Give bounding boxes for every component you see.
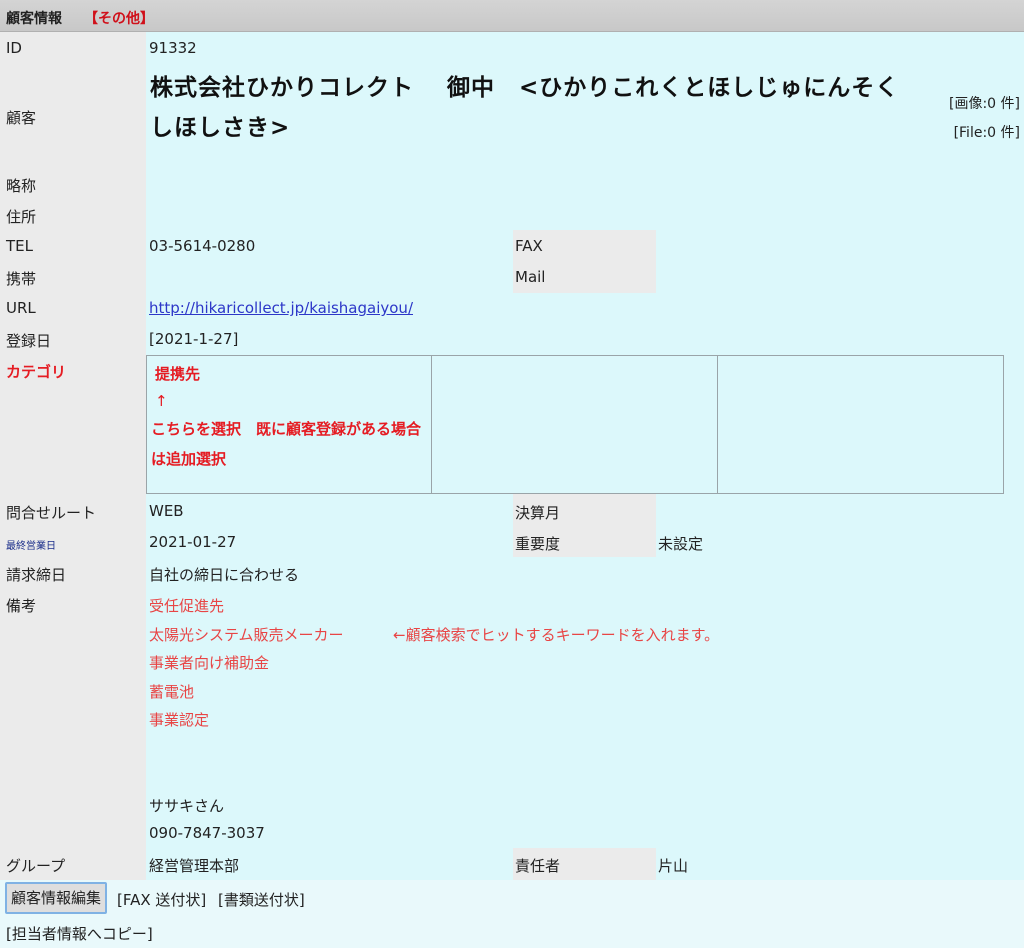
id-label: ID [6, 39, 22, 57]
header-bar: 顧客情報 【その他】 [0, 0, 1024, 32]
remarks-line-1: 受任促進先 [149, 597, 225, 615]
category-note: こちらを選択 既に顧客登録がある場合は追加選択 [151, 420, 422, 468]
category-selected: 提携先 [155, 365, 201, 383]
image-count-link[interactable]: [画像:0 件] [949, 93, 1020, 113]
remarks-contact-phone: 090-7847-3037 [149, 824, 265, 842]
remarks-line-4: 蓄電池 [149, 683, 195, 701]
label-column [0, 32, 146, 880]
billing-close-value: 自社の締日に合わせる [149, 566, 300, 584]
category-cell-2[interactable] [432, 356, 718, 493]
remarks-contact-name: ササキさん [149, 797, 225, 815]
group-value: 経営管理本部 [149, 857, 240, 875]
category-arrow: ↑ [155, 392, 168, 410]
inquiry-route-value: WEB [149, 502, 184, 520]
doc-cover-link[interactable]: [書類送付状] [218, 889, 305, 910]
header-title: 顧客情報 [6, 11, 62, 27]
customer-name: 株式会社ひかりコレクト 御中 <ひかりこれくとほしじゅにんそくしほしさき> [150, 75, 900, 141]
category-table: 提携先 ↑ こちらを選択 既に顧客登録がある場合は追加選択 [146, 355, 1004, 494]
file-count-link[interactable]: [File:0 件] [954, 122, 1020, 142]
fax-label: FAX [515, 237, 543, 255]
reg-date-label: 登録日 [6, 332, 52, 350]
copy-to-contact-link[interactable]: [担当者情報へコピー] [6, 923, 153, 944]
header-tag: 【その他】 [84, 11, 154, 27]
url-link[interactable]: http://hikaricollect.jp/kaishagaiyou/ [149, 299, 413, 317]
importance-label: 重要度 [515, 535, 561, 553]
settlement-month-label: 決算月 [515, 504, 561, 522]
edit-customer-button[interactable]: 顧客情報編集 [5, 882, 108, 914]
remarks-line-5: 事業認定 [149, 711, 210, 729]
mail-label: Mail [515, 268, 546, 286]
importance-value: 未設定 [658, 535, 704, 553]
address-label: 住所 [6, 208, 37, 226]
id-value: 91332 [149, 39, 197, 57]
category-cell-3[interactable] [718, 356, 1003, 493]
mobile-label: 携帯 [6, 270, 37, 288]
inquiry-route-label: 問合せルート [6, 504, 97, 522]
last-business-day-value: 2021-01-27 [149, 533, 237, 551]
remarks-line-2: 太陽光システム販売メーカー [149, 626, 344, 644]
billing-close-label: 請求締日 [6, 566, 67, 584]
last-business-day-label: 最終営業日 [6, 541, 56, 552]
tel-label: TEL [6, 237, 33, 255]
remarks-label: 備考 [6, 597, 37, 615]
remarks-line-3: 事業者向け補助金 [149, 654, 270, 672]
abbr-label: 略称 [6, 177, 37, 195]
url-label: URL [6, 299, 36, 317]
remarks-line-2-note: ←顧客検索でヒットするキーワードを入れます。 [393, 626, 720, 644]
category-label: カテゴリ [6, 363, 67, 381]
manager-value: 片山 [658, 857, 689, 875]
group-label: グループ [6, 857, 66, 875]
tel-value: 03-5614-0280 [149, 237, 256, 255]
category-cell-1[interactable]: 提携先 ↑ こちらを選択 既に顧客登録がある場合は追加選択 [147, 356, 432, 493]
fax-cover-link[interactable]: [FAX 送付状] [117, 889, 206, 910]
reg-date-value: [2021-1-27] [149, 330, 239, 348]
manager-label: 責任者 [515, 857, 561, 875]
customer-label: 顧客 [6, 109, 37, 127]
